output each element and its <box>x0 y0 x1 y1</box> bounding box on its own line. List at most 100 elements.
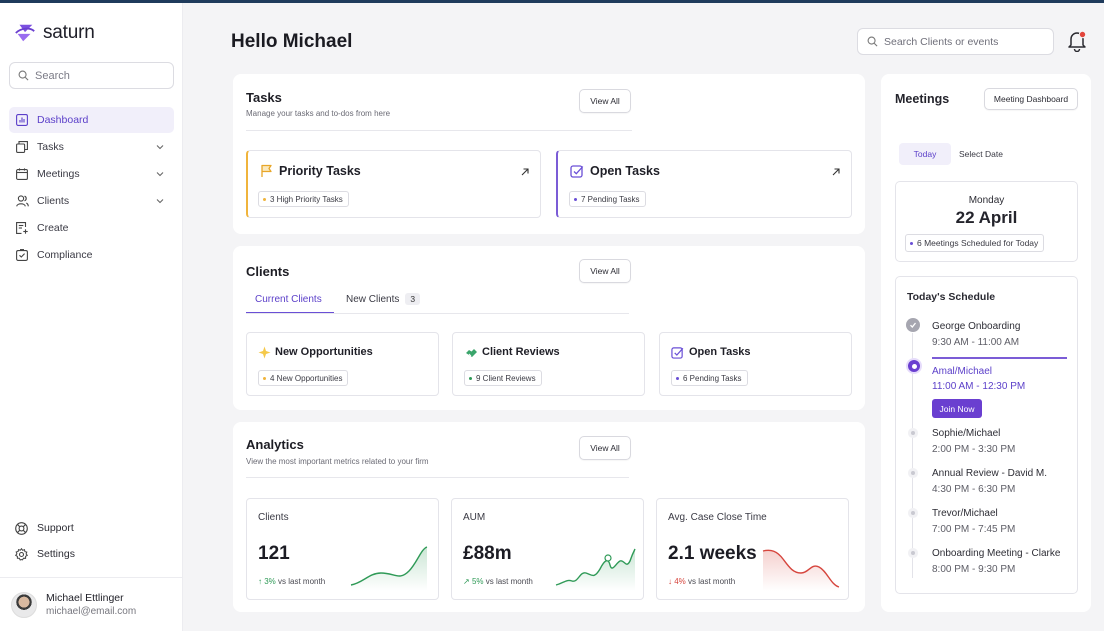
upcoming-marker-icon <box>906 466 920 480</box>
new-opportunities-title: New Opportunities <box>275 346 373 358</box>
today-date-card: Monday 22 April 6 Meetings Scheduled for… <box>895 181 1078 262</box>
global-search-input[interactable]: Search Clients or events <box>857 28 1054 55</box>
flag-icon <box>261 164 272 177</box>
trend-up-icon: ↑ <box>258 577 262 586</box>
new-clients-count-badge: 3 <box>405 293 421 305</box>
upcoming-marker-icon <box>906 546 920 560</box>
avatar <box>11 591 37 618</box>
client-open-tasks-card[interactable]: Open Tasks 6 Pending Tasks <box>659 332 852 396</box>
client-open-tasks-title: Open Tasks <box>689 346 751 358</box>
metric-label: Avg. Case Close Time <box>668 512 767 523</box>
app-logo[interactable]: saturn <box>14 22 95 44</box>
metric-change-suffix: vs last month <box>485 577 533 586</box>
metric-change-value: 5% <box>471 577 484 586</box>
upcoming-marker-icon <box>906 506 920 520</box>
chip-label: 9 Client Reviews <box>476 373 536 383</box>
arrow-up-right-icon[interactable] <box>520 167 530 177</box>
metric-card-aum[interactable]: AUM £88m ↗ 5% vs last month <box>451 498 644 600</box>
client-reviews-title: Client Reviews <box>482 346 560 358</box>
open-tasks-title: Open Tasks <box>590 164 660 178</box>
sidebar-search-placeholder: Search <box>35 69 70 82</box>
metric-change: ↑ 3% vs last month <box>258 577 325 586</box>
sidebar: saturn Search Dashboard Tasks Meetings C… <box>0 3 183 631</box>
priority-tasks-card[interactable]: Priority Tasks 3 High Priority Tasks <box>246 150 541 218</box>
notification-bell-icon[interactable] <box>1067 30 1087 52</box>
schedule-item-title[interactable]: Sophie/Michael <box>932 428 1000 439</box>
schedule-item-time: 4:30 PM - 6:30 PM <box>932 484 1016 495</box>
sidebar-search-input[interactable]: Search <box>9 62 174 89</box>
metric-change-suffix: vs last month <box>688 577 736 586</box>
clients-sparkline <box>350 546 428 591</box>
new-opportunities-card[interactable]: New Opportunities 4 New Opportunities <box>246 332 439 396</box>
analytics-title: Analytics <box>246 437 304 452</box>
sidebar-item-label: Compliance <box>37 249 93 261</box>
chip-label: 7 Pending Tasks <box>581 194 640 204</box>
global-search-placeholder: Search Clients or events <box>884 35 999 48</box>
arrow-up-right-icon[interactable] <box>831 167 841 177</box>
sidebar-item-label: Settings <box>37 548 75 560</box>
sidebar-item-meetings[interactable]: Meetings <box>9 161 174 187</box>
open-tasks-card[interactable]: Open Tasks 7 Pending Tasks <box>556 150 852 218</box>
schedule-item-title[interactable]: George Onboarding <box>932 321 1020 332</box>
schedule-item-title[interactable]: Trevor/Michael <box>932 508 998 519</box>
status-dot <box>676 376 679 380</box>
status-dot <box>263 197 266 201</box>
sidebar-item-dashboard[interactable]: Dashboard <box>9 107 174 133</box>
user-profile[interactable]: Michael Ettlinger michael@email.com <box>0 577 183 631</box>
open-tasks-chip: 7 Pending Tasks <box>569 191 646 207</box>
client-open-tasks-chip: 6 Pending Tasks <box>671 370 748 386</box>
tab-new-clients[interactable]: New Clients 3 <box>346 293 421 305</box>
client-reviews-card[interactable]: Client Reviews 9 Client Reviews <box>452 332 645 396</box>
join-now-button[interactable]: Join Now <box>932 399 982 418</box>
sidebar-item-settings[interactable]: Settings <box>15 541 75 567</box>
chevron-down-icon <box>156 145 164 150</box>
sidebar-item-clients[interactable]: Clients <box>9 188 174 214</box>
meeting-dashboard-button[interactable]: Meeting Dashboard <box>984 88 1078 110</box>
tasks-view-all-button[interactable]: View All <box>579 89 631 113</box>
priority-tasks-chip: 3 High Priority Tasks <box>258 191 349 207</box>
schedule-item-time: 8:00 PM - 9:30 PM <box>932 564 1016 575</box>
metric-card-clients[interactable]: Clients 121 ↑ 3% vs last month <box>246 498 439 600</box>
metric-value: £88m <box>463 543 512 564</box>
sidebar-item-label: Create <box>37 222 69 234</box>
schedule-item-title[interactable]: Annual Review - David M. <box>932 468 1047 479</box>
sidebar-item-support[interactable]: Support <box>15 515 75 541</box>
metric-change-value: 3% <box>264 577 276 586</box>
status-dot <box>469 376 472 380</box>
sidebar-item-label: Tasks <box>37 141 64 153</box>
user-name: Michael Ettlinger <box>46 592 124 604</box>
shield-check-icon <box>15 248 29 262</box>
segment-select-date[interactable]: Select Date <box>953 143 1009 165</box>
segment-today[interactable]: Today <box>899 143 951 165</box>
upcoming-marker-icon <box>906 426 920 440</box>
sparkle-icon <box>258 346 271 359</box>
completed-check-icon <box>906 318 920 332</box>
status-dot <box>910 241 913 245</box>
tab-current-clients[interactable]: Current Clients <box>255 294 322 305</box>
tasks-subtitle: Manage your tasks and to-dos from here <box>246 109 391 118</box>
clients-view-all-button[interactable]: View All <box>579 259 631 283</box>
metric-change: ↗ 5% vs last month <box>463 577 533 586</box>
current-meeting-marker-icon <box>906 358 922 374</box>
sidebar-item-compliance[interactable]: Compliance <box>9 242 174 268</box>
tasks-title: Tasks <box>246 90 282 105</box>
sidebar-item-tasks[interactable]: Tasks <box>9 134 174 160</box>
saturn-logo-icon <box>15 24 35 42</box>
schedule-item-title[interactable]: Amal/Michael <box>932 366 992 377</box>
sidebar-item-create[interactable]: Create <box>9 215 174 241</box>
schedule-item-title[interactable]: Onboarding Meeting - Clarke <box>932 548 1060 559</box>
checkbox-icon <box>671 347 684 359</box>
gear-icon <box>15 547 28 561</box>
metric-card-case-close-time[interactable]: Avg. Case Close Time 2.1 weeks ↓ 4% vs l… <box>656 498 849 600</box>
chip-label: 6 Meetings Scheduled for Today <box>917 238 1039 248</box>
analytics-divider <box>246 477 629 478</box>
status-dot <box>263 376 266 380</box>
metric-value: 2.1 weeks <box>668 543 757 564</box>
sidebar-item-label: Clients <box>37 195 70 207</box>
chip-label: 6 Pending Tasks <box>683 373 742 383</box>
analytics-view-all-button[interactable]: View All <box>579 436 631 460</box>
aum-sparkline <box>555 548 636 591</box>
tasks-divider <box>246 130 632 131</box>
analytics-subtitle: View the most important metrics related … <box>246 457 429 466</box>
date-label: 22 April <box>955 208 1018 227</box>
